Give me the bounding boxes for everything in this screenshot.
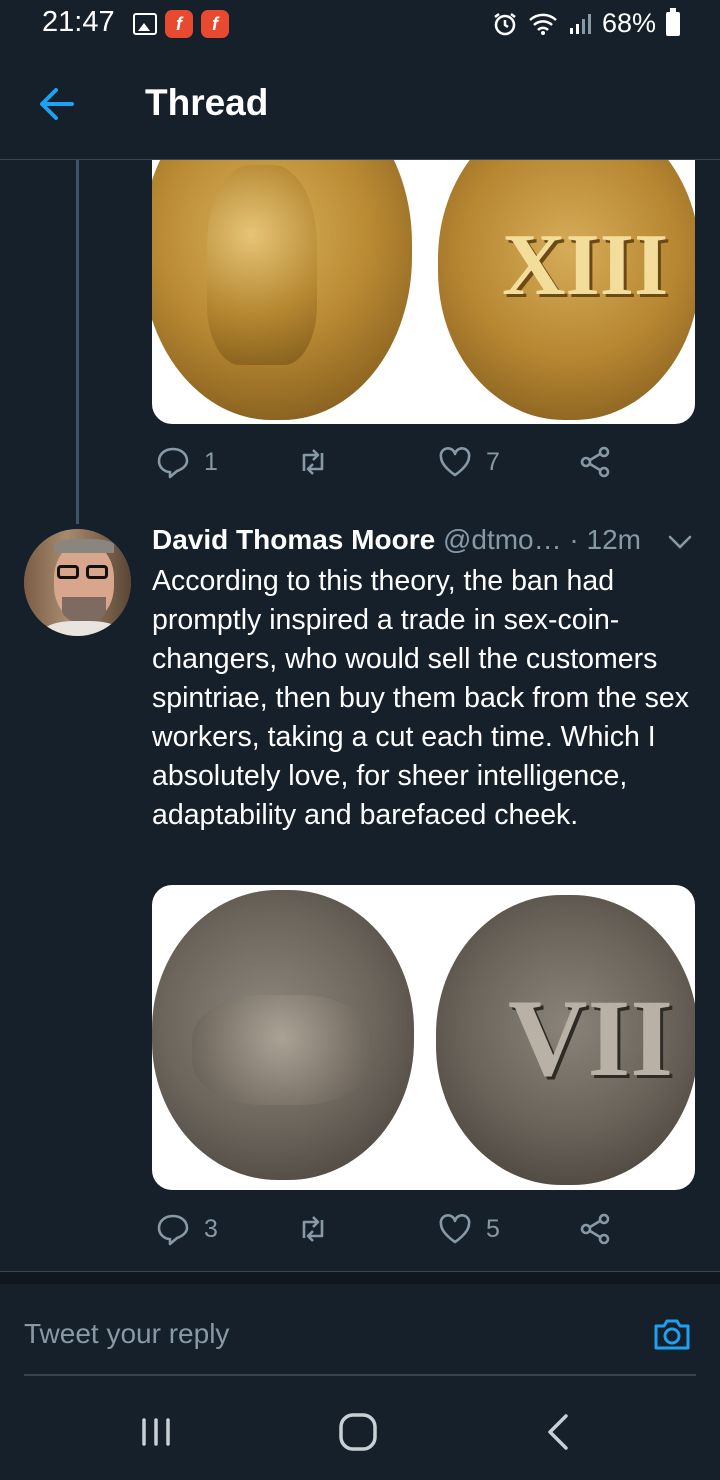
like-count: 7 (486, 447, 500, 476)
coin-left-figure (207, 165, 317, 365)
battery-percent: 68% (601, 8, 656, 38)
section-divider (0, 1271, 720, 1284)
reply-action[interactable]: 1 (156, 445, 218, 479)
battery-icon (666, 7, 680, 36)
retweet-action[interactable] (296, 1212, 330, 1246)
thread-header: Thread (0, 48, 720, 160)
like-count: 5 (486, 1214, 500, 1243)
reply-composer[interactable]: Tweet your reply (24, 1310, 696, 1376)
home-icon[interactable] (336, 1410, 380, 1454)
heart-icon (439, 1214, 471, 1244)
retweet-icon (302, 449, 324, 475)
like-action[interactable]: 5 (438, 1212, 500, 1246)
share-icon (580, 446, 610, 478)
coin-right-image: VII (436, 895, 695, 1185)
tweet-text: According to this theory, the ban had pr… (152, 565, 690, 831)
like-action[interactable]: 7 (438, 445, 500, 479)
reply-icon (157, 1214, 189, 1246)
coin-right-image: XIII (438, 160, 695, 420)
app-notification-icon-2: f (201, 10, 229, 38)
thread-connector-line (76, 160, 79, 524)
signal-icon (569, 13, 591, 34)
author-handle[interactable]: @dtmo… (443, 524, 562, 555)
retweet-action[interactable] (296, 445, 330, 479)
gallery-notification-icon (133, 13, 157, 35)
retweet-icon (302, 1216, 324, 1242)
recent-apps-icon[interactable] (134, 1410, 178, 1454)
tweet-time: · 12m (569, 524, 641, 555)
share-icon (580, 1213, 610, 1245)
reply-action[interactable]: 3 (156, 1212, 218, 1246)
reply-input[interactable]: Tweet your reply (24, 1318, 229, 1350)
reply-icon (157, 447, 189, 479)
status-bar: 21:47 f f 68% (0, 0, 720, 48)
app-notification-icon: f (165, 10, 193, 38)
coin-left-figure (192, 995, 372, 1105)
system-nav-bar (0, 1384, 720, 1480)
tweet-image-coins-1[interactable]: XIII (152, 160, 695, 424)
author-name[interactable]: David Thomas Moore (152, 524, 435, 555)
tweet2-actions: 3 5 (152, 1212, 622, 1252)
alarm-icon (494, 12, 516, 35)
share-action[interactable] (578, 445, 612, 479)
wifi-icon (529, 13, 557, 35)
tweet-header: David Thomas Moore @dtmo… · 12m (152, 524, 700, 556)
coin-numeral: XIII (502, 217, 669, 314)
back-nav-icon[interactable] (538, 1410, 582, 1454)
tweet-image-coins-2[interactable]: VII (152, 885, 695, 1190)
page-title: Thread (145, 82, 269, 123)
chevron-down-icon[interactable] (668, 534, 692, 550)
camera-icon[interactable] (652, 1314, 692, 1354)
reply-count: 1 (204, 447, 218, 476)
heart-icon (439, 447, 471, 477)
reply-count: 3 (204, 1214, 218, 1243)
tweet1-actions: 1 7 (152, 445, 622, 485)
status-time: 21:47 (42, 6, 115, 38)
share-action[interactable] (578, 1212, 612, 1246)
coin-numeral: VII (508, 977, 674, 1099)
back-arrow-icon[interactable] (36, 86, 76, 122)
avatar[interactable] (24, 529, 131, 636)
